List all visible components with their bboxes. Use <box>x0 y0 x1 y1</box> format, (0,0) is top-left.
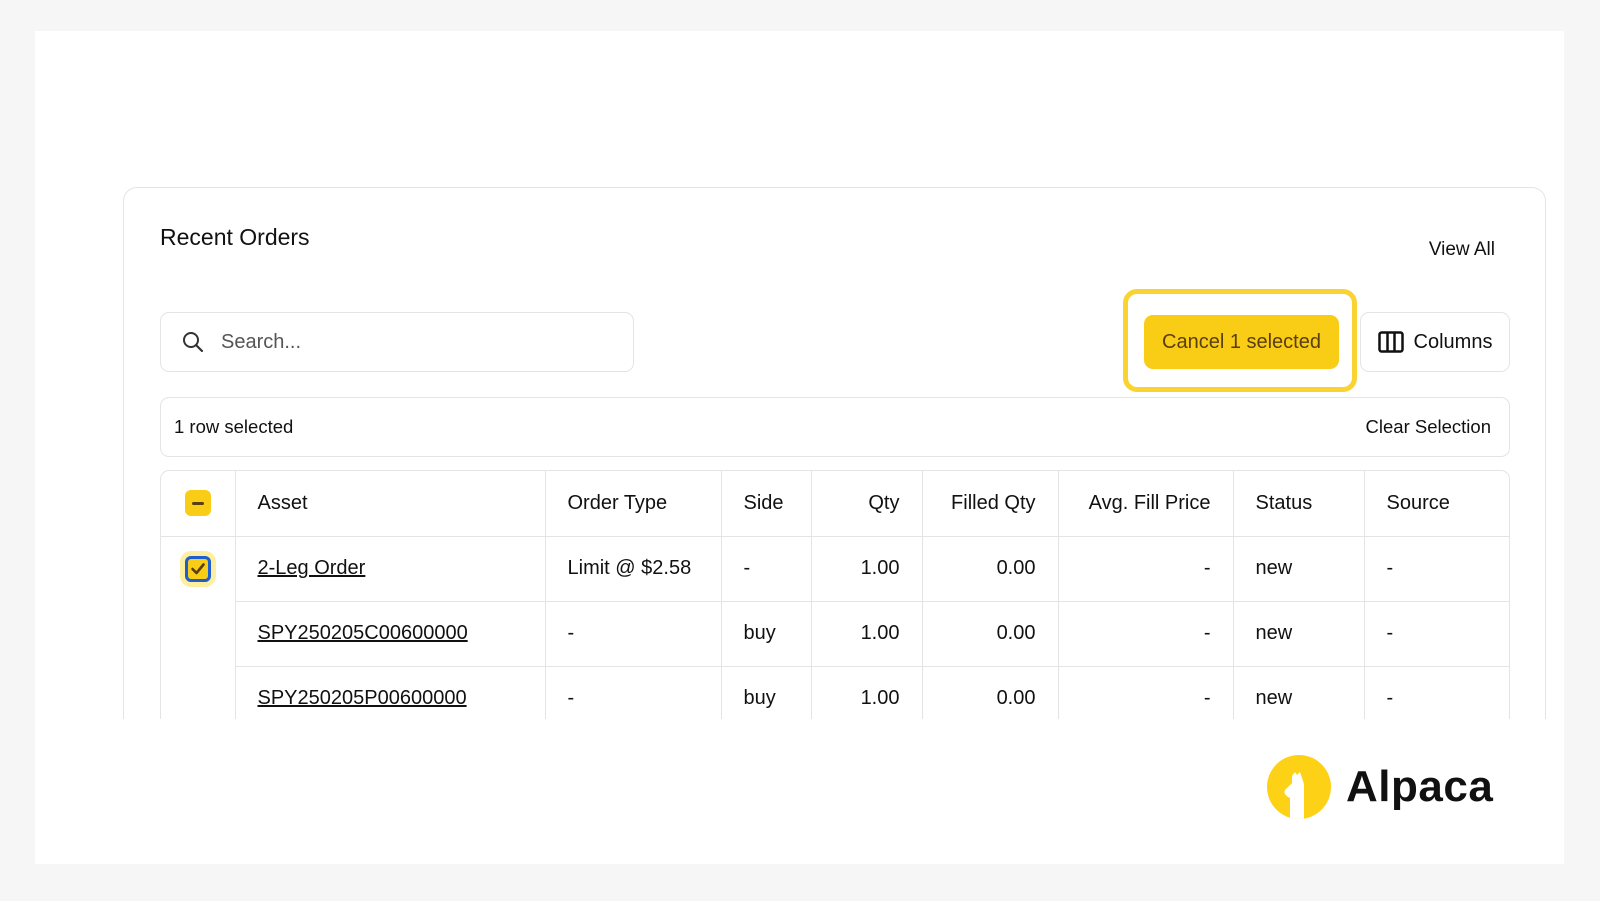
columns-button[interactable]: Columns <box>1360 312 1510 372</box>
cell-side: - <box>721 536 812 601</box>
cell-qty: 1.00 <box>811 536 923 601</box>
asset-link[interactable]: 2-Leg Order <box>258 557 366 579</box>
cell-source: - <box>1386 557 1394 579</box>
row-checkbox[interactable] <box>184 555 211 582</box>
brand-name: Alpaca <box>1346 762 1494 811</box>
search-input[interactable] <box>221 330 601 354</box>
header-side[interactable]: Side <box>721 471 812 536</box>
table-row[interactable]: SPY250205C00600000 - buy 1.00 0.00 - new… <box>161 601 1509 666</box>
table-row[interactable]: SPY250205P00600000 - buy 1.00 0.00 - new… <box>161 666 1509 719</box>
cell-filled-qty: 0.00 <box>922 536 1059 601</box>
select-all-checkbox[interactable] <box>184 490 211 517</box>
cell-order-type: - <box>545 666 722 719</box>
cell-order-type: - <box>545 601 722 666</box>
header-qty[interactable]: Qty <box>811 471 923 536</box>
cell-status: new <box>1233 666 1365 719</box>
cell-filled-qty: 0.00 <box>922 601 1059 666</box>
cell-source: - <box>1386 622 1394 644</box>
cell-asset[interactable]: SPY250205C00600000 <box>235 601 546 666</box>
cancel-selected-button[interactable]: Cancel 1 selected <box>1144 315 1339 369</box>
alpaca-logo: Alpaca <box>1266 754 1493 820</box>
screenshot-frame: Recent Orders View All Cancel 1 selected… <box>35 31 1564 864</box>
card-title: Recent Orders <box>160 224 310 250</box>
recent-orders-card: Recent Orders View All Cancel 1 selected… <box>123 187 1546 719</box>
cell-avg-fill-price: - <box>1058 666 1234 719</box>
row-select-cell <box>161 536 236 719</box>
header-source[interactable]: Source <box>1364 471 1509 536</box>
asset-link[interactable]: SPY250205C00600000 <box>258 622 468 644</box>
cell-status: new <box>1233 536 1365 601</box>
orders-table: Asset Order Type Side Qty Filled Qty Avg… <box>160 470 1510 719</box>
cell-qty: 1.00 <box>811 601 923 666</box>
table-header-row: Asset Order Type Side Qty Filled Qty Avg… <box>161 471 1509 536</box>
header-status[interactable]: Status <box>1233 471 1365 536</box>
header-order-type[interactable]: Order Type <box>545 471 722 536</box>
cell-order-type: Limit @ $2.58 <box>545 536 722 601</box>
columns-label: Columns <box>1413 330 1493 353</box>
table-row[interactable]: 2-Leg Order Limit @ $2.58 - 1.00 0.00 - … <box>161 536 1509 719</box>
checkmark-icon <box>190 562 205 574</box>
cell-filled-qty: 0.00 <box>922 666 1059 719</box>
cell-qty: 1.00 <box>811 666 923 719</box>
search-field[interactable] <box>160 312 634 372</box>
header-avg-fill-price[interactable]: Avg. Fill Price <box>1058 471 1234 536</box>
select-all-cell <box>161 471 236 536</box>
asset-link[interactable]: SPY250205P00600000 <box>258 687 467 709</box>
selection-bar: 1 row selected Clear Selection <box>160 397 1510 457</box>
columns-icon <box>1377 331 1404 353</box>
cell-side: buy <box>721 666 812 719</box>
cell-asset[interactable]: 2-Leg Order <box>235 536 546 601</box>
header-filled-qty[interactable]: Filled Qty <box>922 471 1059 536</box>
cell-source: - <box>1386 687 1394 709</box>
clear-selection-button[interactable]: Clear Selection <box>1366 416 1491 438</box>
cell-status: new <box>1233 601 1365 666</box>
header-asset[interactable]: Asset <box>235 471 546 536</box>
cell-asset[interactable]: SPY250205P00600000 <box>235 666 546 719</box>
cell-avg-fill-price: - <box>1058 601 1234 666</box>
search-icon <box>183 332 204 353</box>
cell-side: buy <box>721 601 812 666</box>
alpaca-logo-icon <box>1267 755 1331 819</box>
selection-count: 1 row selected <box>174 416 294 437</box>
cell-avg-fill-price: - <box>1058 536 1234 601</box>
view-all-link[interactable]: View All <box>1429 239 1495 261</box>
